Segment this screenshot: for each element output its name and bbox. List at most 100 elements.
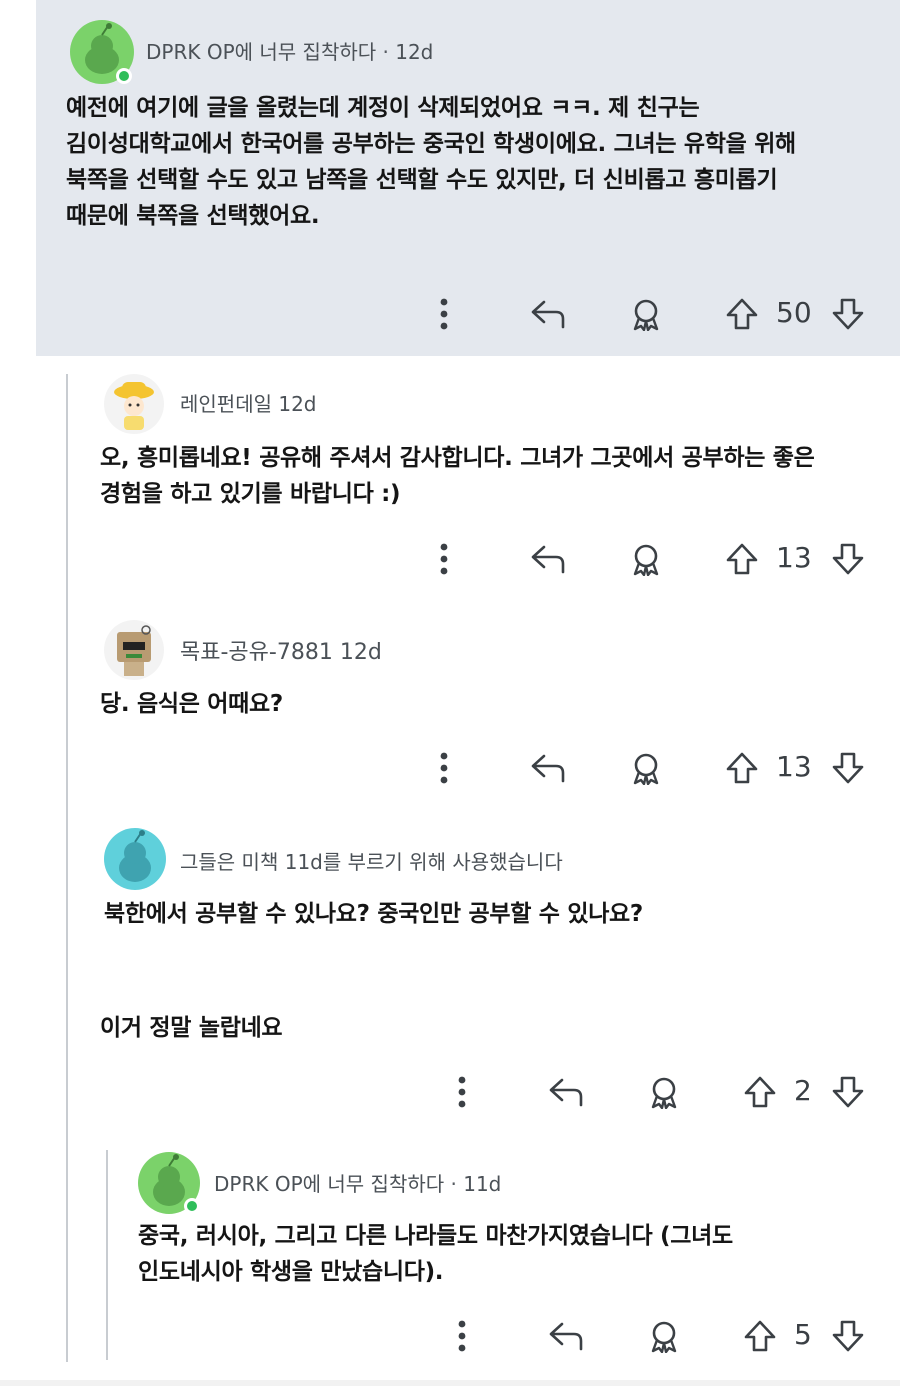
comment-line: 중국, 러시아, 그리고 다른 나라들도 마찬가지였습니다 (그녀도 — [138, 1223, 733, 1249]
comment-meta: 목표-공유-7881 12d — [180, 634, 382, 666]
timestamp: 12d — [278, 392, 317, 416]
comment-actions: 2 — [438, 1070, 878, 1114]
downvote-arrow-icon — [832, 543, 864, 575]
thread-line-nested[interactable] — [106, 1150, 108, 1360]
upvote-arrow-icon — [726, 543, 758, 575]
comment-body: 북한에서 공부할 수 있나요? 중국인만 공부할 수 있나요? — [104, 896, 884, 932]
username[interactable]: DPRK OP에 너무 집착하다 — [214, 1172, 444, 1196]
timestamp: 11d — [463, 1172, 502, 1196]
more-options-button[interactable] — [428, 537, 460, 581]
comment-body-continued: 이거 정말 놀랍네요 — [100, 1010, 880, 1046]
comment-body: 중국, 러시아, 그리고 다른 나라들도 마찬가지였습니다 (그녀도 인도네시아… — [138, 1218, 878, 1290]
reply-arrow-icon — [531, 754, 565, 783]
downvote-arrow-icon — [832, 298, 864, 330]
award-ribbon-icon — [633, 544, 659, 576]
reply-arrow-icon — [531, 300, 565, 329]
downvote-button[interactable] — [828, 1070, 868, 1114]
award-ribbon-icon — [651, 1321, 677, 1353]
comment-body: 예전에 여기에 글을 올렸는데 계정이 삭제되었어요 ㅋㅋ. 제 친구는 김이성… — [66, 90, 866, 234]
meta-separator: · — [450, 1172, 457, 1196]
award-button[interactable] — [626, 746, 666, 790]
award-button[interactable] — [626, 537, 666, 581]
more-vertical-icon — [440, 752, 448, 784]
comment-actions: 50 — [420, 292, 880, 336]
upvote-arrow-icon — [744, 1076, 776, 1108]
reply-button[interactable] — [546, 1070, 586, 1114]
upvote-arrow-icon — [726, 752, 758, 784]
award-button[interactable] — [644, 1314, 684, 1358]
award-button[interactable] — [644, 1070, 684, 1114]
bottom-edge-bar — [0, 1380, 900, 1386]
comment-line: 오, 흥미롭네요! 공유해 주셔서 감사합니다. 그녀가 그곳에서 공부하는 좋… — [100, 445, 815, 471]
more-vertical-icon — [440, 298, 448, 330]
reply-button[interactable] — [528, 746, 568, 790]
comment-actions: 13 — [420, 537, 880, 581]
more-options-button[interactable] — [446, 1314, 478, 1358]
username[interactable]: 목표-공유-7881 — [180, 640, 333, 665]
comment-body: 오, 흥미롭네요! 공유해 주셔서 감사합니다. 그녀가 그곳에서 공부하는 좋… — [100, 440, 880, 512]
reddit-snoo-avatar-teal-icon — [104, 828, 166, 890]
comment-line: 김이성대학교에서 한국어를 공부하는 중국인 학생이에요. 그녀는 유학을 위해 — [66, 131, 796, 157]
girl-avatar-yellow-hat-icon — [104, 374, 164, 434]
username-line[interactable]: 그들은 미책 11d를 부르기 위해 사용했습니다 — [180, 850, 563, 874]
downvote-button[interactable] — [828, 1314, 868, 1358]
downvote-button[interactable] — [828, 292, 868, 336]
more-options-button[interactable] — [428, 746, 460, 790]
downvote-arrow-icon — [832, 1320, 864, 1352]
award-ribbon-icon — [633, 299, 659, 331]
reply-arrow-icon — [531, 545, 565, 574]
more-vertical-icon — [458, 1076, 466, 1108]
vote-count: 50 — [776, 296, 812, 329]
downvote-button[interactable] — [828, 746, 868, 790]
comment-meta: 그들은 미책 11d를 부르기 위해 사용했습니다 — [180, 846, 563, 875]
upvote-button[interactable] — [722, 746, 762, 790]
op-left-gutter — [0, 0, 36, 356]
comment-line: 경험을 하고 있기를 바랍니다 :) — [100, 481, 401, 507]
more-vertical-icon — [458, 1320, 466, 1352]
username[interactable]: DPRK OP에 너무 집착하다 — [146, 40, 376, 64]
username[interactable]: 레인펀데일 — [180, 392, 272, 416]
vote-count: 13 — [776, 750, 812, 783]
reply-avatar[interactable] — [104, 374, 164, 434]
comment-meta: DPRK OP에 너무 집착하다 · 11d — [214, 1168, 501, 1197]
online-status-icon — [184, 1198, 200, 1214]
comment-line: 때문에 북쪽을 선택했어요. — [66, 203, 320, 229]
reply-arrow-icon — [549, 1078, 583, 1107]
online-status-icon — [116, 68, 132, 84]
comment-line: 당. 음식은 어때요? — [100, 691, 283, 717]
comment-line: 북쪽을 선택할 수도 있고 남쪽을 선택할 수도 있지만, 더 신비롭고 흥미롭… — [66, 167, 778, 193]
box-robot-avatar-icon — [104, 620, 164, 680]
comment-line: 예전에 여기에 글을 올렸는데 계정이 삭제되었어요 ㅋㅋ. 제 친구는 — [66, 95, 700, 121]
award-button[interactable] — [626, 292, 666, 336]
upvote-button[interactable] — [740, 1070, 780, 1114]
comment-actions: 13 — [420, 746, 880, 790]
meta-separator: · — [382, 40, 389, 64]
reply-arrow-icon — [549, 1322, 583, 1351]
more-options-button[interactable] — [446, 1070, 478, 1114]
downvote-button[interactable] — [828, 537, 868, 581]
timestamp: 12d — [339, 640, 382, 665]
vote-count: 13 — [776, 541, 812, 574]
upvote-button[interactable] — [722, 537, 762, 581]
more-options-button[interactable] — [428, 292, 460, 336]
reply-button[interactable] — [528, 292, 568, 336]
upvote-arrow-icon — [726, 298, 758, 330]
downvote-arrow-icon — [832, 752, 864, 784]
award-ribbon-icon — [651, 1077, 677, 1109]
downvote-arrow-icon — [832, 1076, 864, 1108]
comment-line: 인도네시아 학생을 만났습니다). — [138, 1259, 444, 1285]
reply-avatar[interactable] — [104, 620, 164, 680]
reply-avatar[interactable] — [138, 1152, 200, 1214]
reply-avatar[interactable] — [104, 828, 166, 890]
reply-button[interactable] — [528, 537, 568, 581]
op-avatar[interactable] — [70, 20, 134, 84]
comment-line: 이거 정말 놀랍네요 — [100, 1015, 283, 1041]
reply-button[interactable] — [546, 1314, 586, 1358]
comment-meta: 레인펀데일 12d — [180, 388, 317, 417]
thread-line[interactable] — [66, 374, 68, 1362]
upvote-button[interactable] — [722, 292, 762, 336]
vote-count: 2 — [794, 1074, 812, 1107]
upvote-button[interactable] — [740, 1314, 780, 1358]
more-vertical-icon — [440, 543, 448, 575]
comment-actions: 5 — [438, 1314, 878, 1358]
